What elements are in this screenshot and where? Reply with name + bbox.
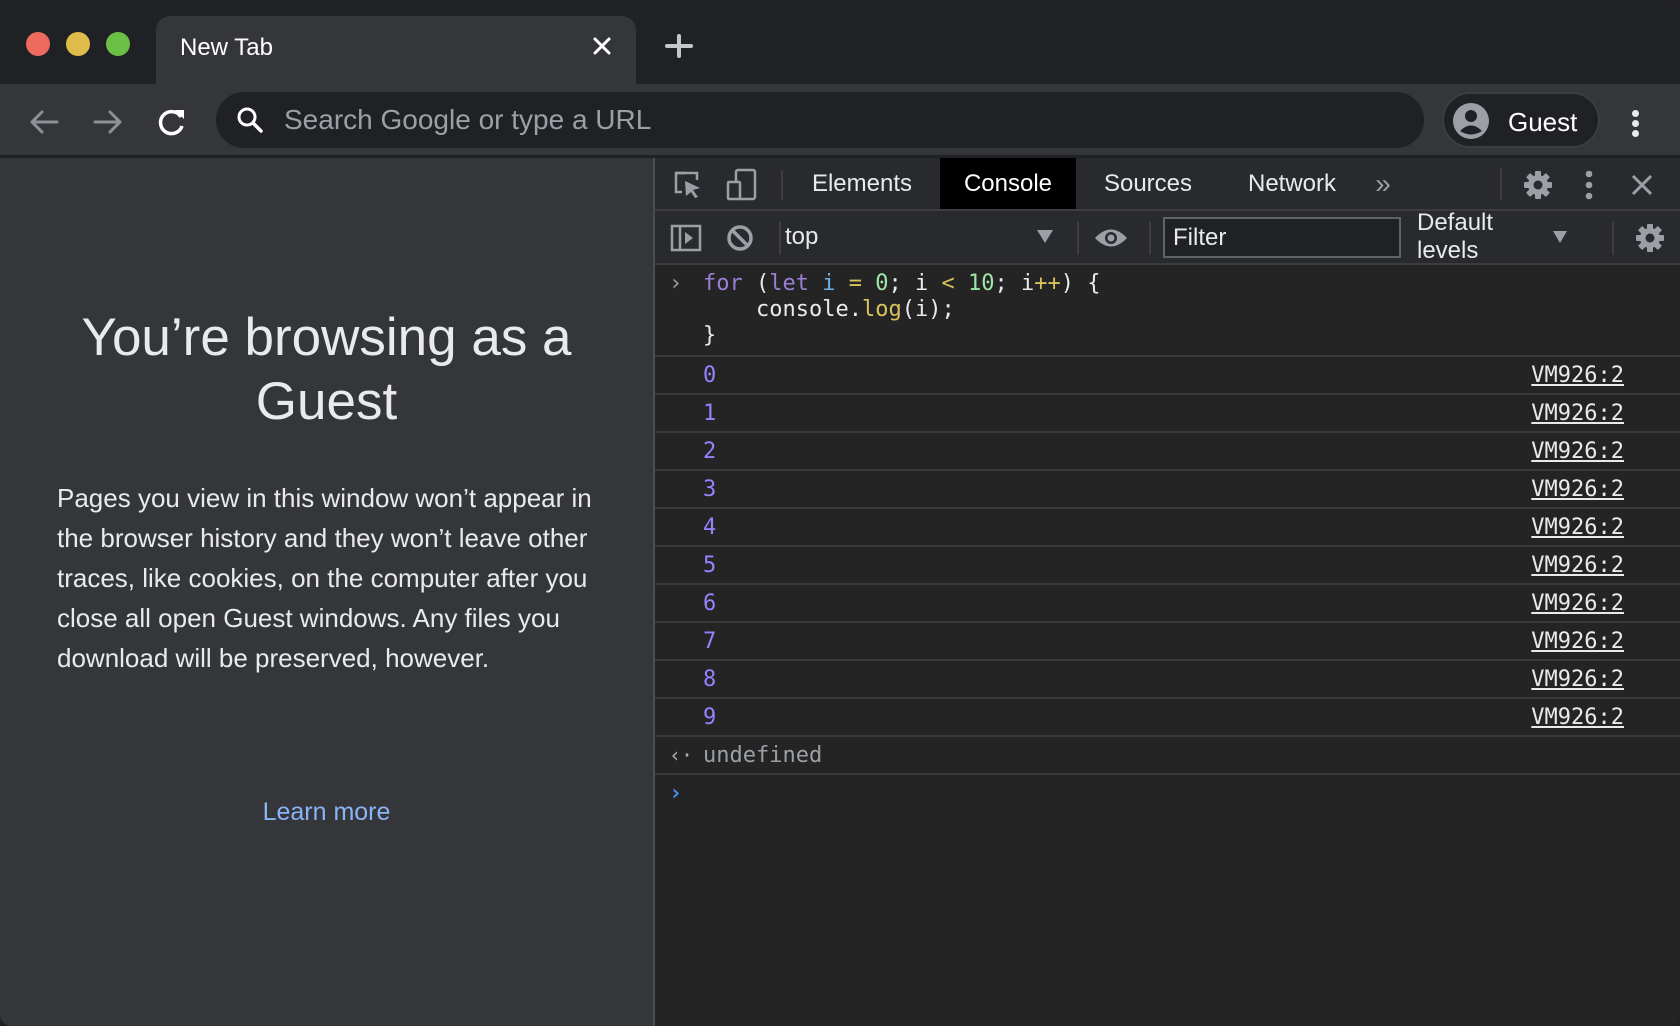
browser-toolbar: Guest (0, 84, 1680, 157)
log-list: 0 VM926:2 1 VM926:2 2 VM926:2 3 VM926:2 4 VM926:2… (655, 357, 1680, 737)
devtools-menu-icon[interactable] (1579, 168, 1599, 202)
new-tab-plus-icon[interactable] (660, 28, 698, 66)
page-title: You’re browsing as a Guest (81, 308, 572, 431)
tab-elements[interactable]: Elements (797, 158, 927, 209)
log-source-link[interactable]: VM926:2 (1531, 363, 1624, 388)
omnibox (216, 92, 1424, 148)
prompt-chevron-icon: › (669, 781, 683, 806)
result-entry: ‹· undefined (655, 737, 1680, 775)
log-value: 3 (703, 477, 717, 502)
inspect-element-icon[interactable] (671, 168, 705, 202)
log-row: 4 VM926:2 (655, 509, 1680, 547)
log-source-link[interactable]: VM926:2 (1531, 477, 1624, 502)
avatar-icon (1452, 102, 1490, 140)
dropdown-caret-icon (1553, 231, 1567, 243)
close-window-button[interactable] (26, 32, 50, 56)
console-output: › for (let i = 0; i < 10; i++) { console… (655, 265, 1680, 815)
log-value: 1 (703, 401, 717, 426)
toolbar-divider (1149, 221, 1151, 255)
code-line: } (703, 323, 717, 348)
tab-console[interactable]: Console (940, 158, 1076, 209)
tab-network[interactable]: Network (1227, 158, 1357, 209)
code-line: for (let i = 0; i < 10; i++) { (703, 271, 1101, 296)
toolbar-divider (779, 221, 781, 255)
settings-gear-icon[interactable] (1521, 168, 1555, 202)
log-row: 8 VM926:2 (655, 661, 1680, 699)
devtools-tab-bar: Elements Console Sources Network » (655, 158, 1680, 211)
log-value: 2 (703, 439, 717, 464)
profile-button[interactable]: Guest (1442, 92, 1600, 148)
context-value: top (785, 223, 819, 250)
tab-strip: New Tab (0, 0, 1680, 84)
log-source-link[interactable]: VM926:2 (1531, 591, 1624, 616)
console-settings-gear-icon[interactable] (1633, 221, 1667, 255)
console-toolbar: top Default levels (655, 209, 1680, 265)
toolbar-divider (1500, 168, 1502, 200)
result-arrow-icon: ‹· (669, 743, 694, 767)
result-value: undefined (703, 743, 823, 768)
tab-sources[interactable]: Sources (1083, 158, 1213, 209)
arrow-left-icon (30, 110, 59, 134)
tab-close-icon[interactable] (586, 30, 618, 62)
log-source-link[interactable]: VM926:2 (1531, 439, 1624, 464)
more-tabs-icon[interactable]: » (1363, 158, 1403, 209)
device-toolbar-icon[interactable] (725, 168, 759, 202)
learn-more-link[interactable]: Learn more (0, 798, 653, 827)
log-source-link[interactable]: VM926:2 (1531, 705, 1624, 730)
context-selector[interactable]: top (785, 217, 1065, 257)
log-levels-label: Default levels (1417, 209, 1494, 264)
reload-icon (158, 109, 184, 136)
browser-window: New Tab Guest (0, 0, 1680, 1026)
toolbar-divider (1077, 221, 1079, 255)
log-row: 3 VM926:2 (655, 471, 1680, 509)
toolbar-divider (781, 170, 783, 200)
search-icon (236, 106, 264, 139)
omnibox-input[interactable] (284, 92, 1384, 148)
profile-label: Guest (1508, 107, 1578, 137)
tab-new-tab[interactable]: New Tab (156, 16, 636, 84)
guest-page: You’re browsing as a Guest Pages you vie… (0, 158, 653, 1026)
log-row: 9 VM926:2 (655, 699, 1680, 737)
log-source-link[interactable]: VM926:2 (1531, 401, 1624, 426)
forward-button[interactable] (88, 102, 128, 142)
filter-input[interactable] (1163, 217, 1401, 258)
code-line: console.log(i); (703, 297, 955, 322)
minimize-window-button[interactable] (66, 32, 90, 56)
log-source-link[interactable]: VM926:2 (1531, 629, 1624, 654)
arrow-right-icon (93, 110, 122, 134)
input-prompt-icon: › (669, 271, 683, 296)
console-input-entry: › for (let i = 0; i < 10; i++) { console… (655, 265, 1680, 357)
maximize-window-button[interactable] (106, 32, 130, 56)
log-row: 1 VM926:2 (655, 395, 1680, 433)
close-devtools-icon[interactable] (1625, 168, 1659, 202)
toolbar-divider (1612, 221, 1614, 255)
clear-console-icon[interactable] (723, 221, 757, 255)
dropdown-caret-icon (1037, 230, 1053, 243)
log-source-link[interactable]: VM926:2 (1531, 553, 1624, 578)
log-row: 5 VM926:2 (655, 547, 1680, 585)
log-source-link[interactable]: VM926:2 (1531, 515, 1624, 540)
live-expression-eye-icon[interactable] (1091, 221, 1131, 255)
log-row: 7 VM926:2 (655, 623, 1680, 661)
log-row: 0 VM926:2 (655, 357, 1680, 395)
log-row: 2 VM926:2 (655, 433, 1680, 471)
show-sidebar-icon[interactable] (669, 221, 703, 255)
devtools-panel: Elements Console Sources Network » top F… (653, 158, 1680, 1026)
log-source-link[interactable]: VM926:2 (1531, 667, 1624, 692)
browser-menu-icon[interactable] (1620, 102, 1650, 142)
log-value: 8 (703, 667, 717, 692)
log-value: 7 (703, 629, 717, 654)
log-value: 0 (703, 363, 717, 388)
reload-button[interactable] (152, 102, 192, 142)
console-prompt[interactable]: › (655, 775, 1680, 815)
log-levels-dropdown[interactable]: Default levels (1417, 209, 1567, 264)
log-value: 6 (703, 591, 717, 616)
log-row: 6 VM926:2 (655, 585, 1680, 623)
log-value: 9 (703, 705, 717, 730)
log-value: 4 (703, 515, 717, 540)
tab-title: New Tab (180, 34, 273, 61)
log-value: 5 (703, 553, 717, 578)
guest-description: Pages you view in this window won’t appe… (57, 483, 592, 673)
back-button[interactable] (24, 102, 64, 142)
